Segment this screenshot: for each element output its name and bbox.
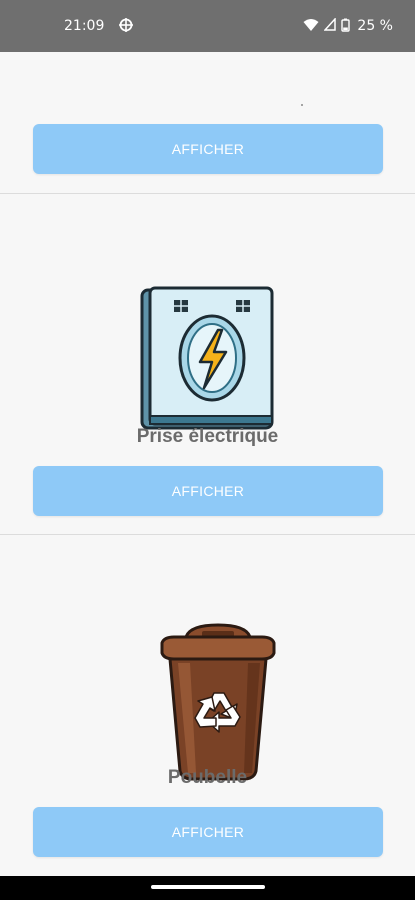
wifi-icon [303, 18, 319, 35]
battery-percentage: 25 % [357, 18, 393, 34]
battery-icon [341, 18, 351, 35]
navigation-bar [0, 876, 415, 900]
item-title: Poubelle [167, 767, 248, 788]
list-item: Prise électrique AFFICHER [0, 194, 415, 534]
show-button[interactable]: AFFICHER [33, 466, 383, 516]
image-placeholder [301, 104, 303, 106]
show-button[interactable]: AFFICHER [33, 124, 383, 174]
home-indicator[interactable] [151, 885, 265, 889]
status-bar: 21:09 25 % [0, 0, 415, 52]
item-title: Prise électrique [136, 426, 279, 447]
list-item: AFFICHER [0, 52, 415, 193]
crosshair-icon [118, 17, 134, 36]
status-time: 21:09 [64, 18, 105, 34]
item-list: AFFICHER Prise électrique AFFICHER Poube… [0, 52, 415, 876]
recycle-bin-icon [156, 623, 280, 781]
show-button[interactable]: AFFICHER [33, 807, 383, 857]
list-item: Poubelle AFFICHER [0, 535, 415, 876]
signal-icon [323, 17, 337, 34]
electrical-outlet-icon [140, 286, 275, 432]
